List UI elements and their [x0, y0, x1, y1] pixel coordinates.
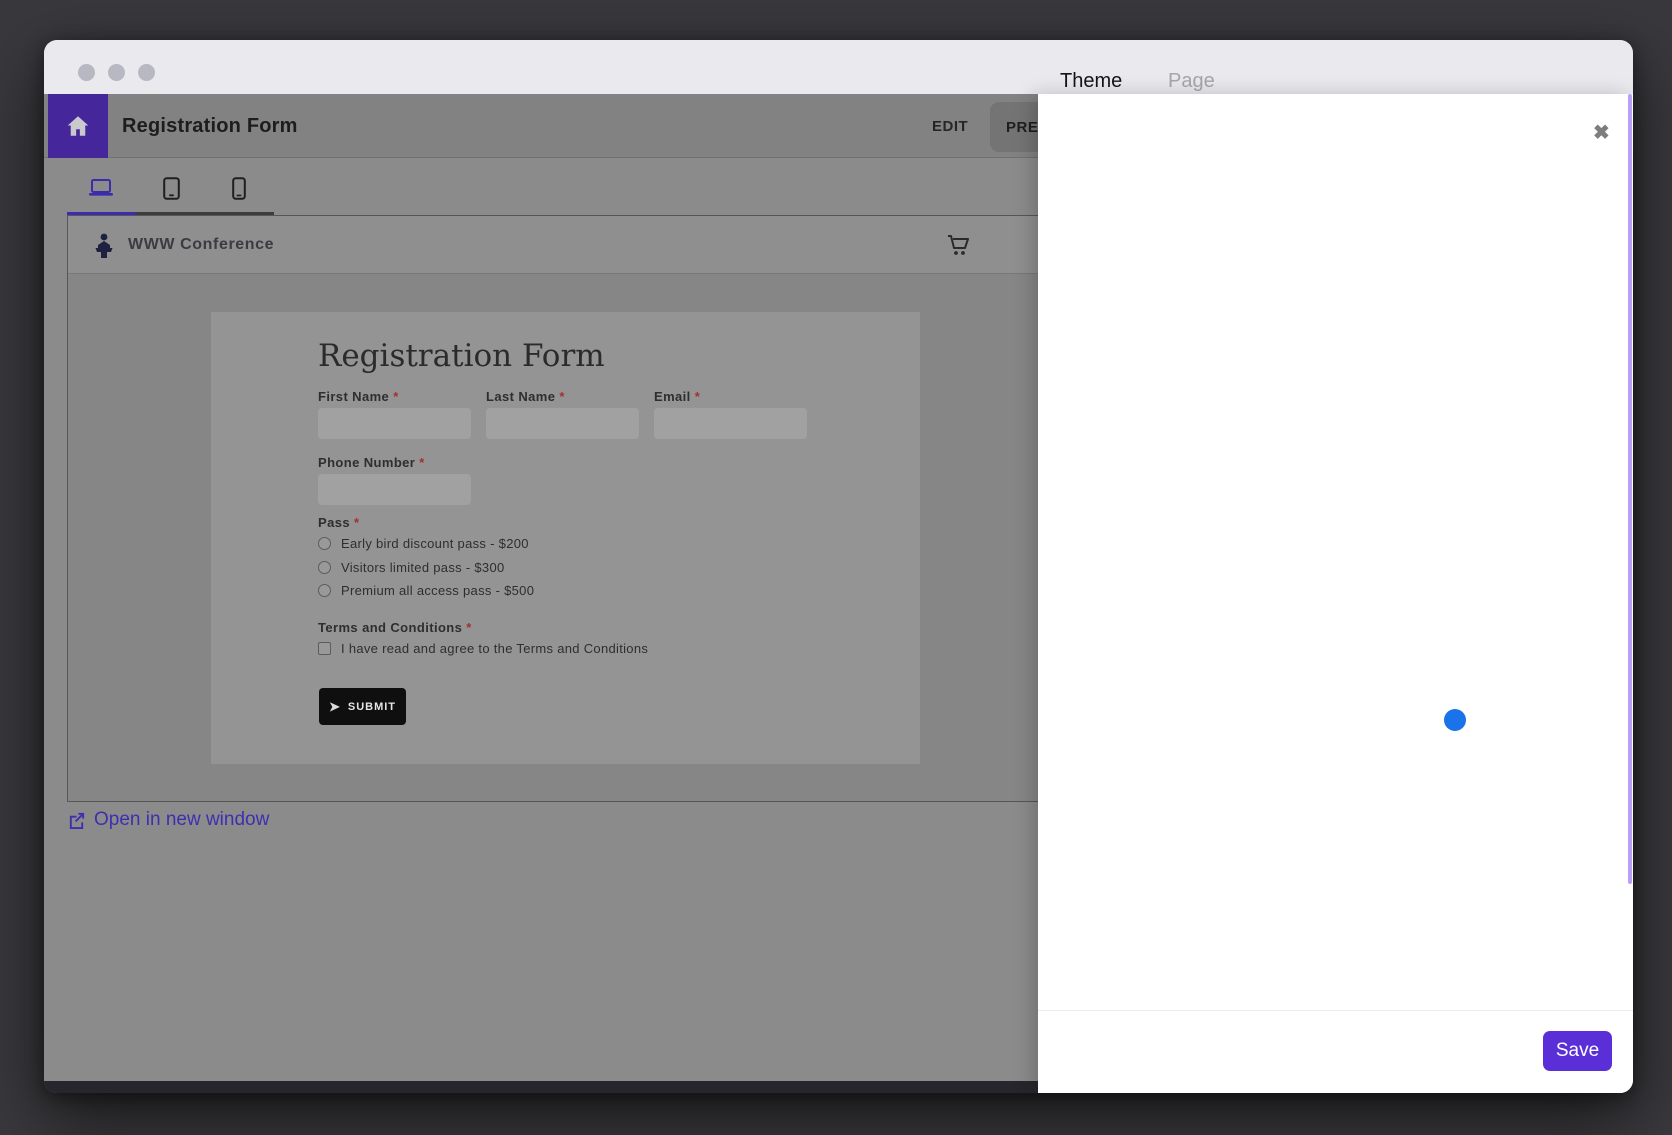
- close-icon[interactable]: ✖: [1593, 120, 1610, 145]
- send-icon: ➤: [329, 700, 341, 713]
- required-mark: *: [354, 515, 359, 530]
- pass-option[interactable]: Visitors limited pass - $300: [318, 560, 505, 575]
- screenshot-stage: Registration Form EDIT PREVIEW: [0, 0, 1672, 1135]
- pass-option[interactable]: Early bird discount pass - $200: [318, 536, 529, 551]
- radio-icon: [318, 561, 331, 574]
- device-tab-desktop[interactable]: [81, 168, 121, 208]
- active-tab-indicator: [67, 212, 136, 215]
- required-mark: *: [695, 389, 700, 404]
- conference-name: WWW Conference: [128, 216, 274, 274]
- panel-scrollbar[interactable]: [1628, 94, 1632, 884]
- field-label: Email *: [654, 389, 700, 404]
- required-mark: *: [419, 455, 424, 470]
- device-tab-mobile[interactable]: [219, 168, 259, 208]
- device-tab-tablet[interactable]: [151, 168, 191, 208]
- field-label: First Name *: [318, 389, 399, 404]
- radio-icon: [318, 537, 331, 550]
- theme-panel: [1038, 94, 1633, 1093]
- external-link-icon: [67, 811, 86, 830]
- tab-page[interactable]: Page: [1168, 70, 1215, 93]
- browser-window: Registration Form EDIT PREVIEW: [44, 40, 1633, 1093]
- form-heading: Registration Form: [318, 338, 605, 374]
- first-name-input[interactable]: [318, 408, 471, 439]
- terms-checkbox-row[interactable]: I have read and agree to the Terms and C…: [318, 641, 648, 656]
- home-button[interactable]: [48, 94, 108, 158]
- open-in-new-window-link[interactable]: Open in new window: [67, 809, 269, 831]
- slider-thumb[interactable]: [1444, 709, 1466, 731]
- speaker-podium-icon: [89, 233, 119, 259]
- tab-theme[interactable]: Theme: [1060, 70, 1122, 93]
- laptop-icon: [88, 178, 114, 198]
- window-control-dot[interactable]: [108, 64, 125, 81]
- field-label: Phone Number *: [318, 455, 425, 470]
- field-label: Terms and Conditions *: [318, 620, 472, 635]
- mobile-icon: [232, 177, 246, 200]
- checkbox-icon: [318, 642, 331, 655]
- last-name-input[interactable]: [486, 408, 639, 439]
- window-control-dot[interactable]: [78, 64, 95, 81]
- preview-footer-bar: [44, 1081, 1038, 1093]
- edit-tab[interactable]: EDIT: [932, 94, 968, 158]
- required-mark: *: [559, 389, 564, 404]
- required-mark: *: [466, 620, 471, 635]
- required-mark: *: [393, 389, 398, 404]
- field-label: Last Name *: [486, 389, 565, 404]
- pass-option[interactable]: Premium all access pass - $500: [318, 583, 534, 598]
- cart-icon[interactable]: [946, 232, 970, 258]
- submit-button[interactable]: ➤ SUBMIT: [319, 688, 406, 725]
- tablet-icon: [163, 177, 180, 200]
- home-icon: [65, 113, 91, 139]
- phone-input[interactable]: [318, 474, 471, 505]
- form-card: Registration Form First Name * Last Name…: [211, 312, 920, 764]
- field-label: Pass *: [318, 515, 359, 530]
- browser-titlebar: [44, 40, 1633, 94]
- save-button[interactable]: Save: [1543, 1031, 1612, 1071]
- window-control-dot[interactable]: [138, 64, 155, 81]
- email-input[interactable]: [654, 408, 807, 439]
- radio-icon: [318, 584, 331, 597]
- page-title: Registration Form: [122, 94, 298, 158]
